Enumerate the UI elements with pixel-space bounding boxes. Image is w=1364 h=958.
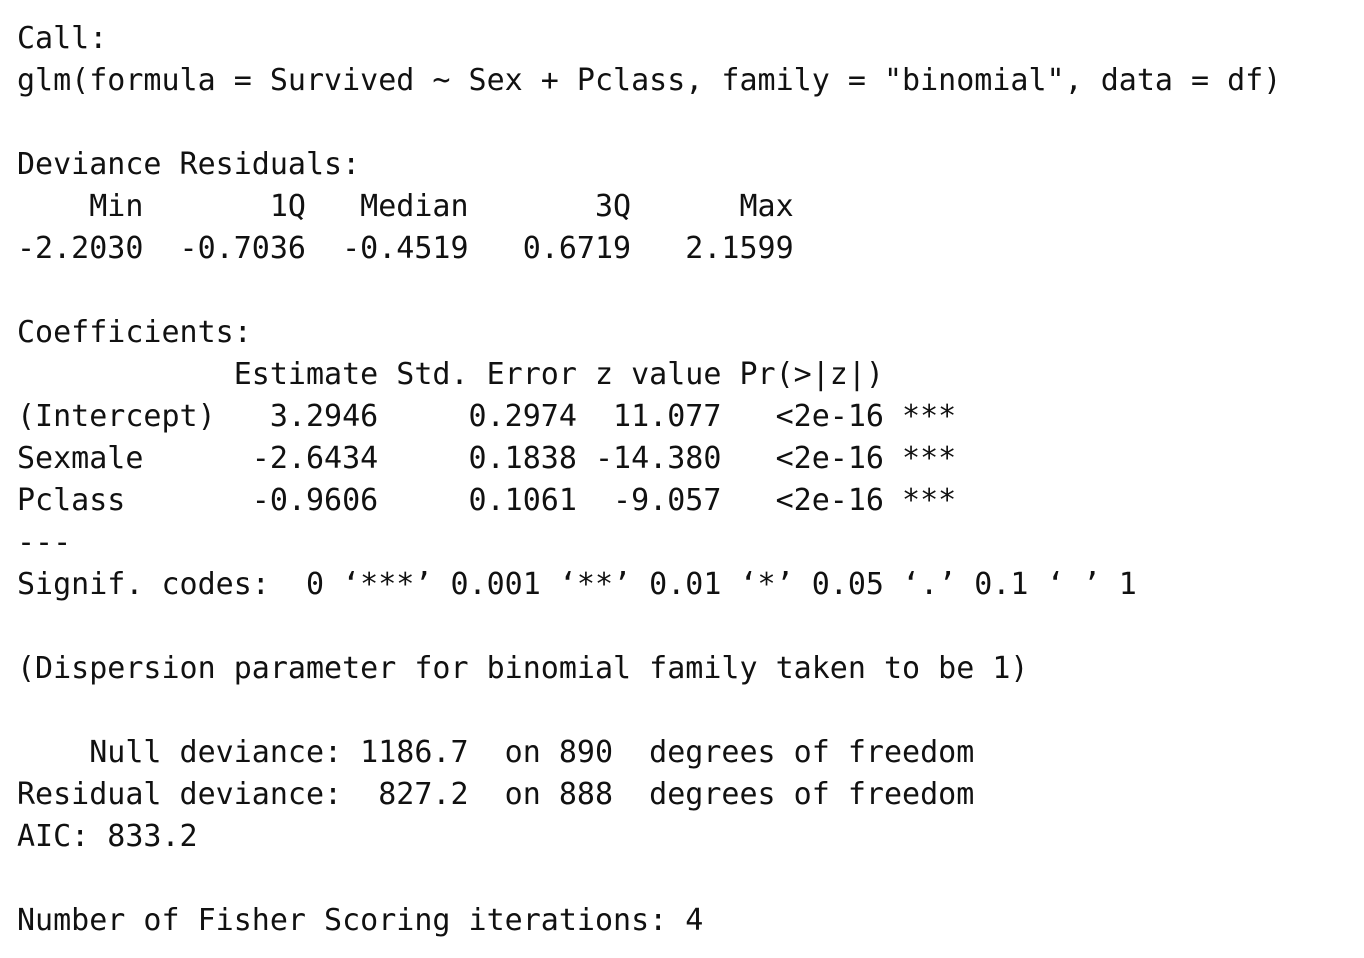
residual-deviance-line: Residual deviance: 827.2 on 888 degrees … xyxy=(17,777,975,812)
coefficient-row-sexmale: Sexmale -2.6434 0.1838 -14.380 <2e-16 **… xyxy=(17,441,957,476)
fisher-iterations-line: Number of Fisher Scoring iterations: 4 xyxy=(17,903,704,938)
signif-codes-legend: Signif. codes: 0 ‘***’ 0.001 ‘**’ 0.01 ‘… xyxy=(17,567,1137,602)
coefficient-row-pclass: Pclass -0.9606 0.1061 -9.057 <2e-16 *** xyxy=(17,483,957,518)
residuals-quantile-labels: Min 1Q Median 3Q Max xyxy=(17,189,794,224)
dispersion-note: (Dispersion parameter for binomial famil… xyxy=(17,651,1029,686)
residuals-quantile-values: -2.2030 -0.7036 -0.4519 0.6719 2.1599 xyxy=(17,231,794,266)
aic-line: AIC: 833.2 xyxy=(17,819,198,854)
coefficient-row-intercept: (Intercept) 3.2946 0.2974 11.077 <2e-16 … xyxy=(17,399,957,434)
coefficients-header: Coefficients: xyxy=(17,315,252,350)
deviance-residuals-header: Deviance Residuals: xyxy=(17,147,361,182)
call-header: Call: xyxy=(17,21,108,56)
call-formula: glm(formula = Survived ~ Sex + Pclass, f… xyxy=(17,63,1282,98)
r-console-output: Call: glm(formula = Survived ~ Sex + Pcla… xyxy=(17,18,1281,942)
separator-line: --- xyxy=(17,525,72,560)
coefficients-column-headers: Estimate Std. Error z value Pr(>|z|) xyxy=(17,357,884,392)
null-deviance-line: Null deviance: 1186.7 on 890 degrees of … xyxy=(17,735,975,770)
